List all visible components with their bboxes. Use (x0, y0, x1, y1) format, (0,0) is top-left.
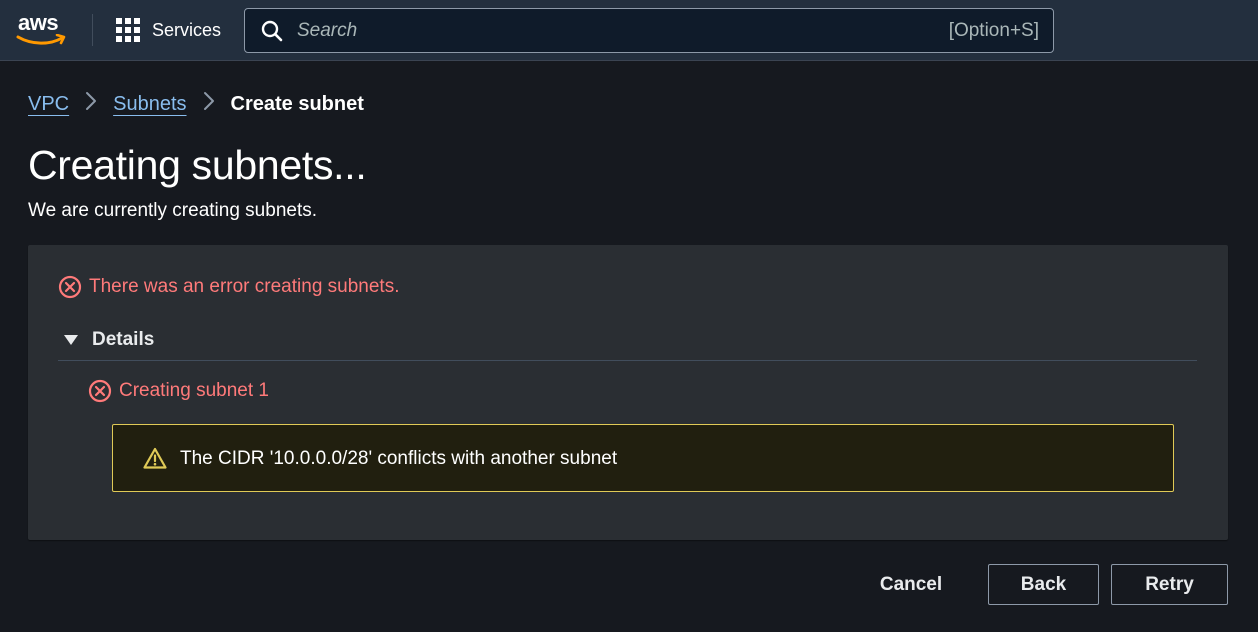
subnet-status-label: Creating subnet 1 (119, 380, 269, 401)
aws-logo-text: aws (18, 10, 59, 35)
subnet-status-item: Creating subnet 1 (88, 379, 269, 403)
breadcrumb-link-vpc[interactable]: VPC (28, 93, 69, 116)
retry-button[interactable]: Retry (1111, 564, 1228, 605)
search-input[interactable] (297, 15, 857, 47)
details-divider (58, 360, 1197, 361)
chevron-right-icon (203, 91, 215, 117)
x-circle-icon (58, 275, 82, 299)
cancel-button[interactable]: Cancel (864, 564, 958, 605)
caret-down-icon (64, 335, 78, 345)
details-toggle[interactable]: Details (64, 329, 154, 351)
breadcrumb-current: Create subnet (230, 92, 364, 115)
status-panel: There was an error creating subnets. Det… (28, 245, 1228, 540)
breadcrumb: VPC Subnets Create subnet (28, 91, 364, 117)
details-label: Details (92, 329, 155, 350)
aws-logo-icon[interactable]: aws (14, 8, 70, 50)
services-label: Services (152, 19, 222, 40)
search-shortcut-hint: [Option+S] (948, 20, 1039, 41)
back-button[interactable]: Back (988, 564, 1099, 605)
grid-icon (116, 18, 140, 42)
page-subtitle: We are currently creating subnets. (28, 200, 318, 221)
search-icon (261, 20, 283, 42)
breadcrumb-link-subnets[interactable]: Subnets (113, 93, 186, 116)
warning-message: The CIDR '10.0.0.0/28' conflicts with an… (180, 448, 618, 469)
error-message: There was an error creating subnets. (89, 276, 400, 297)
error-alert: There was an error creating subnets. (58, 275, 400, 299)
page-title: Creating subnets... (28, 142, 367, 188)
x-circle-icon (88, 379, 112, 403)
header-divider (92, 14, 93, 46)
warning-triangle-icon (143, 447, 167, 469)
chevron-right-icon (85, 91, 97, 117)
top-navigation-bar: aws Services [Option+S] (0, 0, 1258, 61)
search-bar[interactable]: [Option+S] (244, 8, 1054, 53)
warning-alert: The CIDR '10.0.0.0/28' conflicts with an… (112, 424, 1174, 492)
services-menu-button[interactable]: Services (116, 16, 221, 44)
aws-smile-icon (16, 34, 66, 45)
